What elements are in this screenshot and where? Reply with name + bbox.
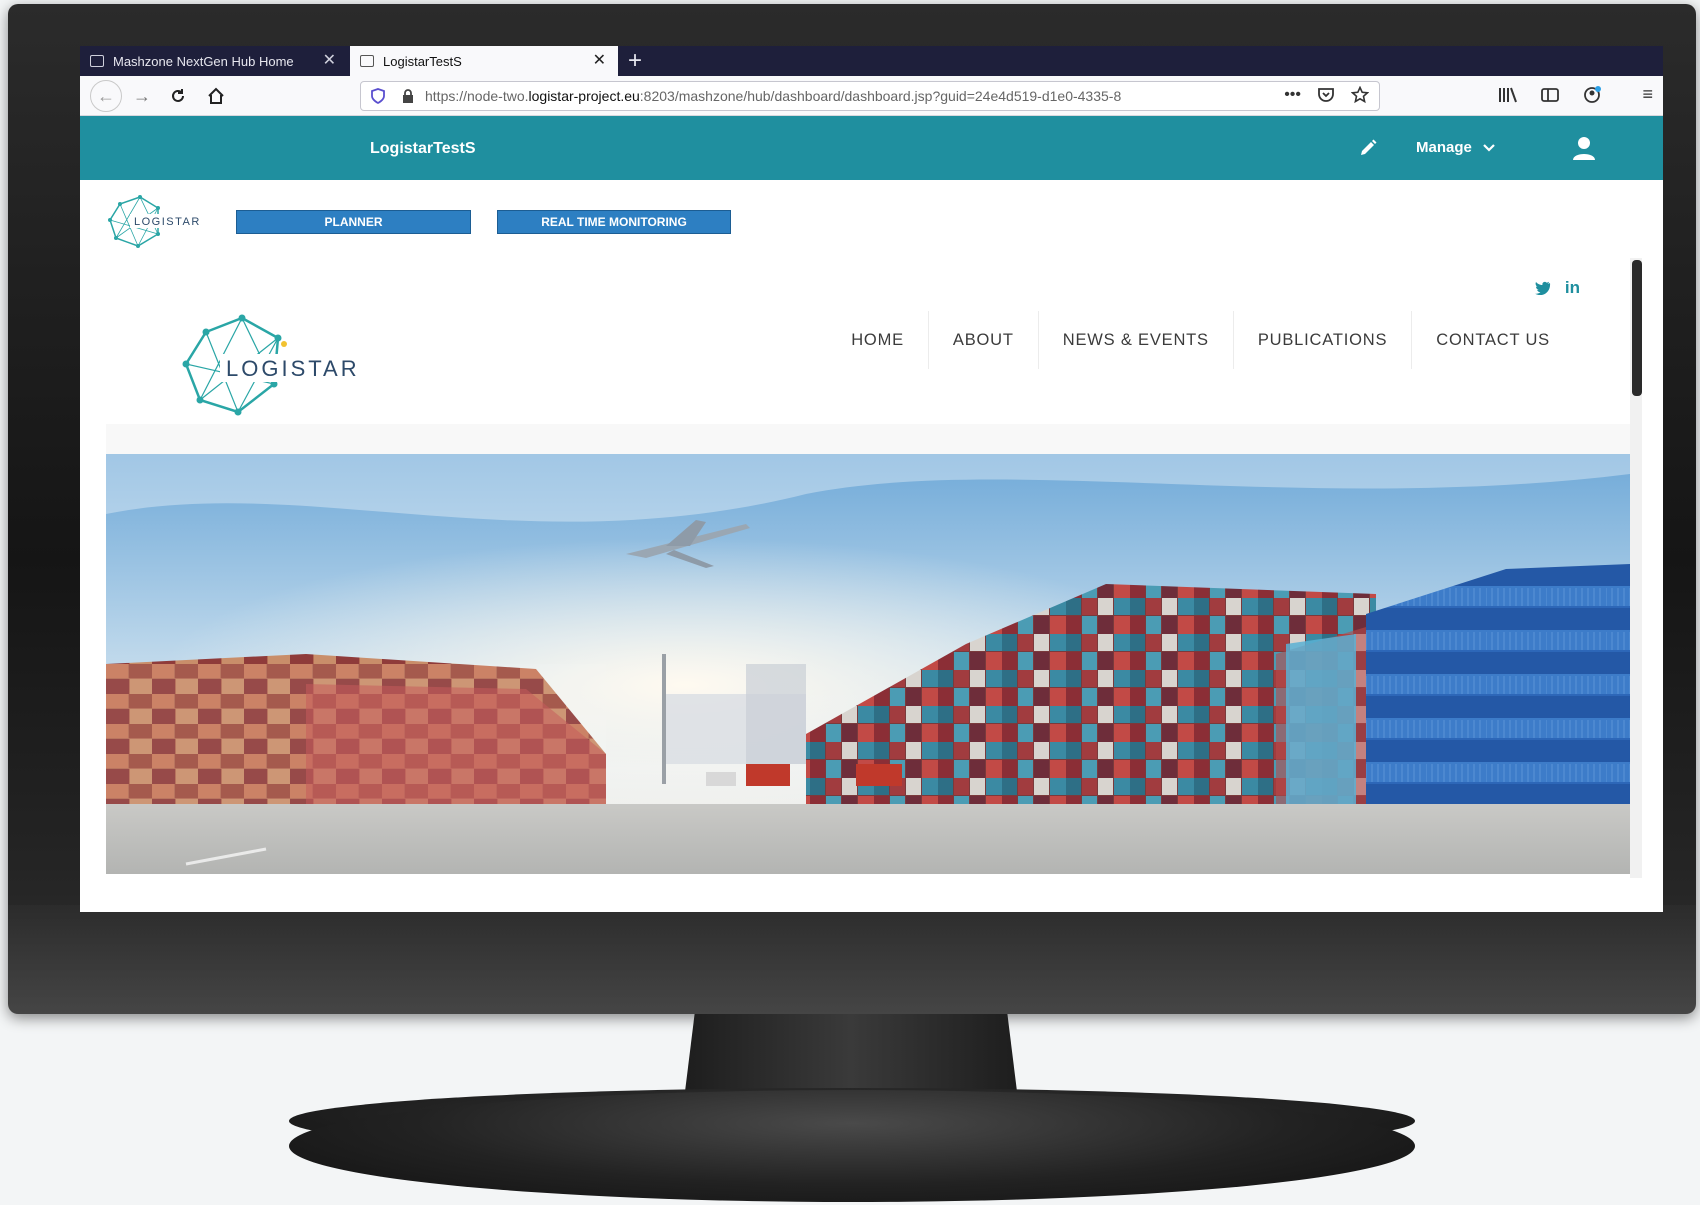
lock-icon	[403, 89, 413, 103]
nav-news-events[interactable]: NEWS & EVENTS	[1037, 311, 1233, 369]
close-icon[interactable]: ✕	[323, 53, 336, 69]
hero-banner-image	[106, 454, 1630, 874]
monitor-stand-base	[289, 1090, 1415, 1202]
tab-label: LogistarTestS	[383, 53, 462, 69]
nav-publications[interactable]: PUBLICATIONS	[1232, 311, 1411, 369]
chevron-down-icon	[1483, 143, 1495, 152]
hamburger-menu-icon[interactable]: ≡	[1642, 84, 1653, 105]
url-path: :8203/mashzone/hub/dashboard/dashboard.j…	[639, 88, 1122, 104]
url-actions: •••	[1284, 86, 1369, 104]
home-icon	[208, 87, 224, 104]
screen: Mashzone NextGen Hub Home ✕ LogistarTest…	[80, 46, 1663, 912]
nav-contact-us[interactable]: CONTACT US	[1411, 311, 1574, 369]
manage-label: Manage	[1416, 139, 1472, 156]
library-icon[interactable]	[1498, 86, 1518, 104]
reload-icon	[172, 89, 184, 102]
pocket-icon[interactable]	[1317, 87, 1335, 103]
app-header: LogistarTestS Manage	[80, 116, 1663, 180]
forward-button[interactable]: →	[130, 84, 154, 108]
manage-menu-button[interactable]: Manage	[1416, 139, 1496, 156]
page-icon	[360, 55, 374, 67]
browser-right-tools: ≡	[1498, 84, 1653, 105]
url-text: https://node-two.logistar-project.eu:820…	[425, 88, 1275, 104]
logistar-small-logo: LOGISTAR	[108, 195, 206, 248]
sidebar-icon[interactable]	[1540, 86, 1560, 104]
browser-navbar: ← → https://node-two.logistar-project.eu…	[80, 76, 1663, 116]
site-logo-text: LOGISTAR	[226, 356, 360, 381]
dashboard-button-row: LOGISTAR PLANNER REAL TIME MONITORING	[80, 180, 1663, 258]
url-bar[interactable]: https://node-two.logistar-project.eu:820…	[360, 81, 1380, 111]
nav-home[interactable]: HOME	[827, 311, 928, 369]
edit-pencil-icon[interactable]	[1358, 138, 1378, 158]
more-actions-icon[interactable]: •••	[1284, 86, 1301, 104]
site-navigation: HOME ABOUT NEWS & EVENTS PUBLICATIONS CO…	[827, 311, 1574, 369]
nav-about[interactable]: ABOUT	[927, 311, 1038, 369]
logistar-logo: LOGISTAR	[182, 314, 368, 416]
hero-top-strip	[106, 424, 1630, 454]
browser-tab-logistar[interactable]: LogistarTestS ✕	[350, 46, 618, 76]
social-links: in	[1534, 278, 1580, 298]
home-button[interactable]	[204, 84, 228, 108]
real-time-monitoring-button[interactable]: REAL TIME MONITORING	[497, 210, 731, 234]
tab-label: Mashzone NextGen Hub Home	[113, 53, 294, 69]
back-button[interactable]: ←	[90, 80, 122, 112]
twitter-icon[interactable]	[1534, 281, 1551, 295]
monitor-frame: Mashzone NextGen Hub Home ✕ LogistarTest…	[8, 4, 1696, 1014]
url-host: logistar-project.eu	[528, 88, 640, 104]
small-logo-text: LOGISTAR	[134, 216, 201, 228]
page-icon	[90, 55, 104, 67]
container-port-image	[106, 454, 1630, 874]
browser-tab-strip: Mashzone NextGen Hub Home ✕ LogistarTest…	[80, 46, 1663, 76]
shield-icon	[371, 88, 385, 104]
linkedin-icon[interactable]: in	[1565, 278, 1580, 298]
new-tab-button[interactable]: +	[628, 48, 642, 74]
user-profile-icon[interactable]	[1570, 134, 1598, 162]
close-icon[interactable]: ✕	[593, 53, 606, 69]
bookmark-star-icon[interactable]	[1351, 86, 1369, 104]
reload-button[interactable]	[166, 84, 190, 108]
url-prefix: https://node-two.	[425, 88, 529, 104]
browser-tab-mashzone[interactable]: Mashzone NextGen Hub Home ✕	[80, 46, 348, 76]
planner-button[interactable]: PLANNER	[236, 210, 471, 234]
scrollbar-thumb[interactable]	[1632, 260, 1642, 396]
dashboard-title: LogistarTestS	[370, 140, 476, 157]
embedded-website: in LOGISTAR HOME ABOUT NEWS & EVENTS PUB…	[106, 258, 1630, 878]
account-icon[interactable]	[1582, 85, 1602, 104]
